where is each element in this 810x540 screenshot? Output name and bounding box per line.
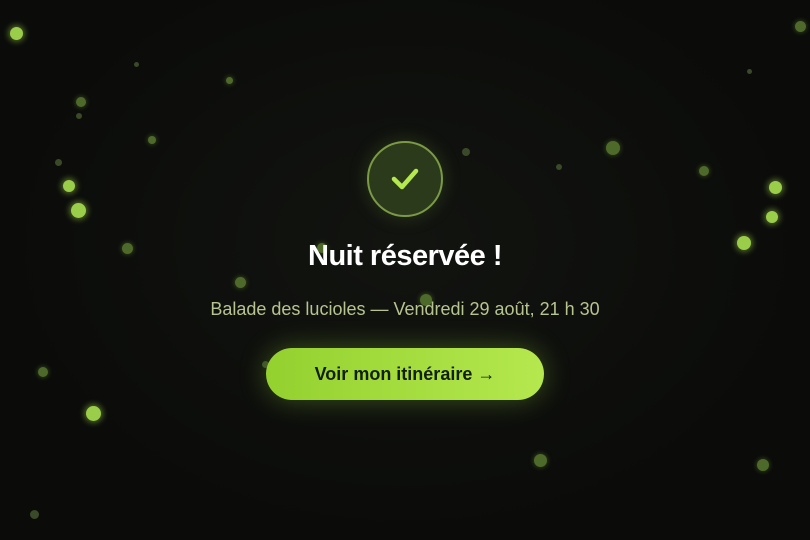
page-title: Nuit réservée !	[308, 240, 503, 272]
confirmation-screen: Nuit réservée ! Balade des lucioles — Ve…	[0, 0, 810, 540]
view-itinerary-button[interactable]: Voir mon itinéraire →	[266, 348, 544, 400]
event-details: Balade des lucioles — Vendredi 29 août, …	[210, 299, 600, 319]
success-badge	[367, 141, 443, 217]
confirmation-card: Nuit réservée ! Balade des lucioles — Ve…	[0, 0, 810, 540]
check-icon	[391, 168, 419, 190]
